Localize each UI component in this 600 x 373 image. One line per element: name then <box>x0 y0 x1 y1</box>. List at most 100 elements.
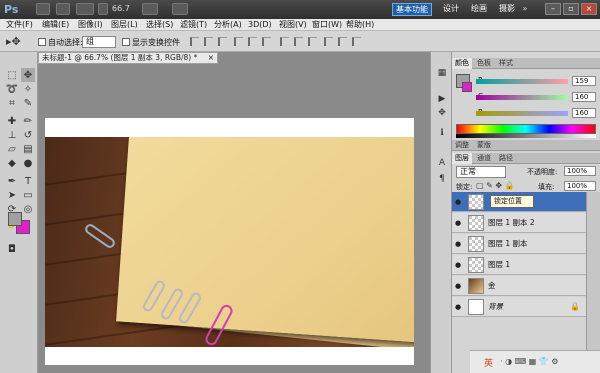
menu-filter[interactable]: 滤镜(T) <box>180 19 207 31</box>
info-panel-icon[interactable]: ℹ <box>437 128 447 138</box>
color-spectrum-bar[interactable] <box>456 124 596 134</box>
tab-paths[interactable]: 路径 <box>496 153 516 164</box>
dodge-tool-icon[interactable]: ● <box>21 156 35 170</box>
layer-row-selected[interactable]: ● 锁定位置 <box>452 192 586 212</box>
type-tool-icon[interactable]: T <box>21 174 35 188</box>
history-brush-tool-icon[interactable]: ↺ <box>21 128 35 142</box>
menu-edit[interactable]: 编辑(E) <box>42 19 69 31</box>
menu-3d[interactable]: 3D(D) <box>248 19 272 31</box>
auto-select-dropdown[interactable]: 组 <box>82 36 116 48</box>
document-tab[interactable]: 未标题-1 @ 66.7% (图层 1 副本 3, RGB/8) * × <box>38 52 218 64</box>
pen-tool-icon[interactable]: ✒ <box>5 174 19 188</box>
auto-select-checkbox[interactable] <box>38 38 46 46</box>
align-left-icon[interactable] <box>234 37 243 46</box>
r-value-field[interactable]: 159 <box>572 76 596 86</box>
path-selection-tool-icon[interactable]: ➤ <box>5 188 19 202</box>
distribute-hcenter-icon[interactable] <box>338 37 347 46</box>
workspace-paint-button[interactable]: 绘画 <box>468 3 490 16</box>
eraser-tool-icon[interactable]: ▱ <box>5 142 19 156</box>
visibility-eye-icon[interactable]: ● <box>455 198 463 206</box>
move-tool-icon[interactable]: ✥ <box>21 68 35 82</box>
menu-analysis[interactable]: 分析(A) <box>214 19 242 31</box>
tab-channels[interactable]: 通道 <box>474 153 494 164</box>
workspace-design-button[interactable]: 设计 <box>440 3 462 16</box>
close-button[interactable]: × <box>581 3 597 15</box>
grayscale-bar[interactable] <box>456 134 596 138</box>
menu-help[interactable]: 帮助(H) <box>346 19 374 31</box>
tab-layers[interactable]: 图层 <box>452 153 472 164</box>
arrange-docs-icon[interactable] <box>142 3 158 15</box>
menu-image[interactable]: 图像(I) <box>78 19 103 31</box>
distribute-vcenter-icon[interactable] <box>294 37 303 46</box>
minimize-button[interactable]: – <box>545 3 561 15</box>
brush-tool-icon[interactable]: ✏ <box>21 114 35 128</box>
tab-adjustments[interactable]: 调整 <box>452 140 472 151</box>
distribute-bottom-icon[interactable] <box>308 37 317 46</box>
workspace-basic-button[interactable]: 基本功能 <box>392 3 432 16</box>
view-extras-icon[interactable] <box>76 3 94 15</box>
bridge-icon[interactable] <box>36 3 50 15</box>
layer-row[interactable]: ● 图层 1 副本 <box>452 234 586 254</box>
3d-orbit-tool-icon[interactable]: ◎ <box>21 202 35 216</box>
clone-stamp-tool-icon[interactable]: ⊥ <box>5 128 19 142</box>
align-right-icon[interactable] <box>262 37 271 46</box>
b-slider[interactable] <box>476 111 568 116</box>
fill-field[interactable]: 100% <box>564 181 596 191</box>
align-vcenter-icon[interactable] <box>204 37 213 46</box>
layer-row[interactable]: ● 图层 1 <box>452 255 586 275</box>
color-bg-swatch[interactable] <box>462 82 472 92</box>
blur-tool-icon[interactable]: ◆ <box>5 156 19 170</box>
layers-scrollbar[interactable] <box>586 192 600 352</box>
magic-wand-tool-icon[interactable]: ✧ <box>21 82 35 96</box>
foreground-color-swatch[interactable] <box>8 212 22 226</box>
history-panel-icon[interactable]: ▦ <box>437 68 447 78</box>
screen-mode-icon[interactable] <box>172 3 188 15</box>
menu-window[interactable]: 窗口(W) <box>312 19 342 31</box>
navigator-panel-icon[interactable]: ✥ <box>437 108 447 118</box>
r-slider[interactable] <box>476 79 568 84</box>
menu-select[interactable]: 选择(S) <box>146 19 173 31</box>
character-panel-icon[interactable]: A <box>437 158 447 168</box>
tab-masks[interactable]: 蒙版 <box>474 140 494 151</box>
move-tool-preset-icon[interactable]: ▸✥ <box>6 35 21 48</box>
visibility-eye-icon[interactable]: ● <box>455 303 463 311</box>
menu-file[interactable]: 文件(F) <box>6 19 33 31</box>
visibility-eye-icon[interactable]: ● <box>455 282 463 290</box>
layer-row[interactable]: ● 图层 1 副本 2 <box>452 213 586 233</box>
opacity-field[interactable]: 100% <box>564 166 596 176</box>
menu-layer[interactable]: 图层(L) <box>111 19 138 31</box>
b-value-field[interactable]: 160 <box>572 108 596 118</box>
zoom-level[interactable]: 66.7 <box>112 4 130 13</box>
tray-icons[interactable]: · ◑ ⌨ ▦ 👕 ⚙ <box>500 357 558 366</box>
lock-icons[interactable]: ▢ ✎ ✥ 🔒 <box>476 181 515 190</box>
blend-mode-dropdown[interactable]: 正常 <box>456 166 506 178</box>
crop-tool-icon[interactable]: ⌗ <box>5 96 19 110</box>
zoom-tool-icon[interactable] <box>98 3 108 15</box>
ime-indicator[interactable]: 英 <box>484 356 493 369</box>
tab-color[interactable]: 颜色 <box>452 58 472 69</box>
document-close-icon[interactable]: × <box>208 53 214 63</box>
tab-styles[interactable]: 样式 <box>496 58 516 69</box>
paragraph-panel-icon[interactable]: ¶ <box>437 174 447 184</box>
layer-row[interactable]: ● 金 <box>452 276 586 296</box>
visibility-eye-icon[interactable]: ● <box>455 261 463 269</box>
actions-panel-icon[interactable]: ▶ <box>437 94 447 104</box>
align-bottom-icon[interactable] <box>218 37 227 46</box>
tab-swatches[interactable]: 色板 <box>474 58 494 69</box>
g-slider[interactable] <box>476 95 568 100</box>
distribute-right-icon[interactable] <box>352 37 361 46</box>
quick-mask-icon[interactable]: ◘ <box>5 242 19 256</box>
gradient-tool-icon[interactable]: ▤ <box>21 142 35 156</box>
restore-button[interactable]: ▫ <box>563 3 579 15</box>
lasso-tool-icon[interactable]: ➰ <box>5 82 19 96</box>
healing-brush-tool-icon[interactable]: ✚ <box>5 114 19 128</box>
visibility-eye-icon[interactable]: ● <box>455 240 463 248</box>
align-hcenter-icon[interactable] <box>248 37 257 46</box>
marquee-tool-icon[interactable]: ⬚ <box>5 68 19 82</box>
menu-view[interactable]: 视图(V) <box>279 19 307 31</box>
workspace-photo-button[interactable]: 摄影 <box>496 3 518 16</box>
distribute-top-icon[interactable] <box>280 37 289 46</box>
g-value-field[interactable]: 160 <box>572 92 596 102</box>
distribute-left-icon[interactable] <box>324 37 333 46</box>
shape-tool-icon[interactable]: ▭ <box>21 188 35 202</box>
